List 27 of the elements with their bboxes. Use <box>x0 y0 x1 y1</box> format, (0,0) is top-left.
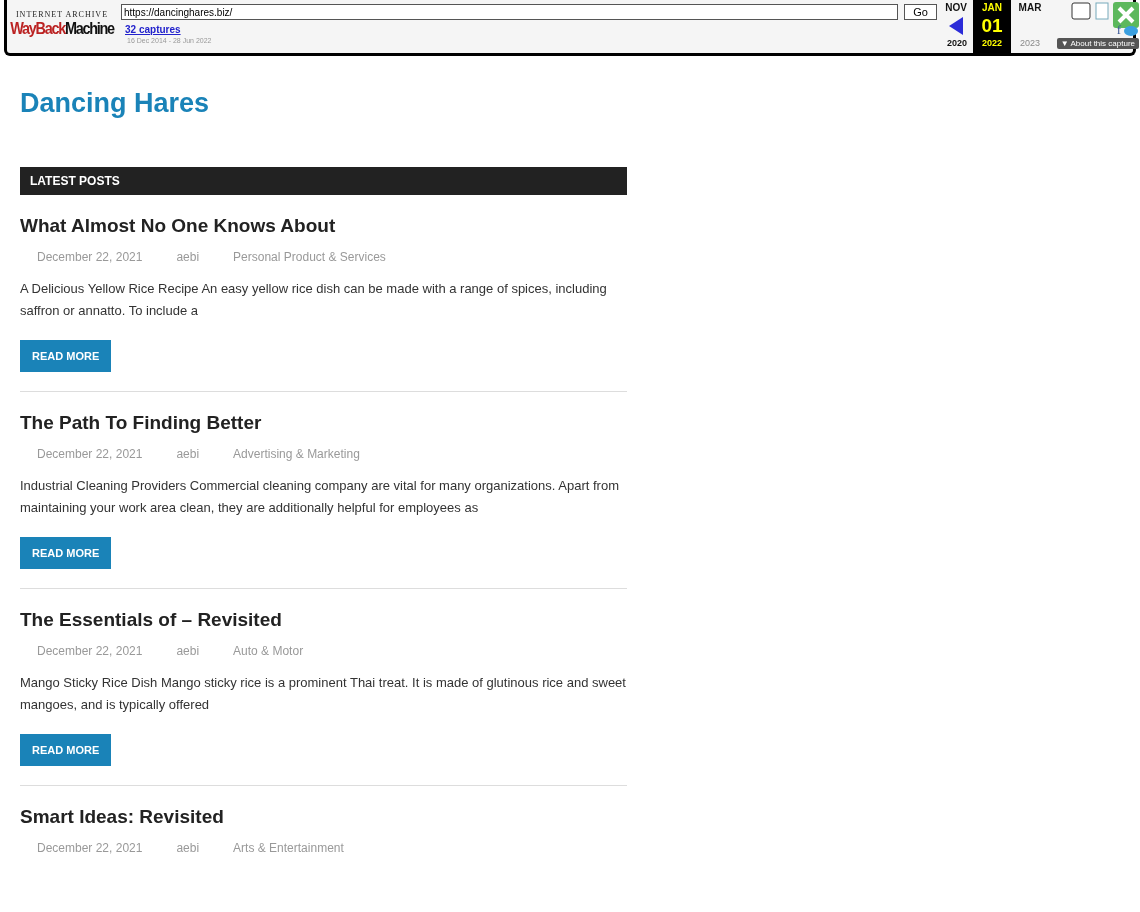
post-date: December 22, 2021 <box>37 841 143 855</box>
section-heading: LATEST POSTS <box>20 167 627 195</box>
read-more-button[interactable]: READ MORE <box>20 537 112 569</box>
post-title[interactable]: Smart Ideas: Revisited <box>20 806 627 828</box>
post-date: December 22, 2021 <box>37 644 143 658</box>
go-button[interactable]: Go <box>904 4 937 20</box>
logo-caption: INTERNET ARCHIVE <box>15 10 109 19</box>
site-title[interactable]: Dancing Hares <box>20 88 627 119</box>
post-excerpt: Mango Sticky Rice Dish Mango sticky rice is a prominent Thai treat. It is made of glutinous rice and sweet mangoes, and is typically offered <box>20 674 627 714</box>
post-title[interactable]: The Path To Finding Better <box>20 412 627 434</box>
calendar-selected-column[interactable]: JAN 01 2022 <box>973 0 1011 53</box>
post-date: December 22, 2021 <box>37 447 143 461</box>
window-icon[interactable] <box>1071 2 1091 20</box>
post-title[interactable]: What Almost No One Knows About <box>20 215 627 237</box>
read-more-button[interactable]: READ MORE <box>20 734 112 766</box>
post-excerpt: Industrial Cleaning Providers Commercial cleaning company are vital for many organizations. Apart from maintaining your work area clean, they are additionally helpful for employees as <box>20 477 620 517</box>
calendar-column[interactable]: MAR 2023 <box>1011 0 1049 53</box>
about-capture-button[interactable]: ▼ About this capture <box>1056 38 1139 49</box>
logo-wordmark: WayBack <box>10 19 65 38</box>
post-title[interactable]: The Essentials of – Revisited <box>20 609 627 631</box>
url-field[interactable]: https://dancinghares.biz/ <box>121 4 899 20</box>
previous-arrow-icon[interactable] <box>949 17 963 35</box>
logo-wordmark: Machine <box>64 19 114 38</box>
facebook-link[interactable]: f <box>1116 22 1121 38</box>
post-date: December 22, 2021 <box>37 250 143 264</box>
post-excerpt: A Delicious Yellow Rice Recipe An easy yellow rice dish can be made with a range of spices, including saffron or annatto. To include a <box>20 280 608 320</box>
read-more-button[interactable]: READ MORE <box>20 340 112 372</box>
